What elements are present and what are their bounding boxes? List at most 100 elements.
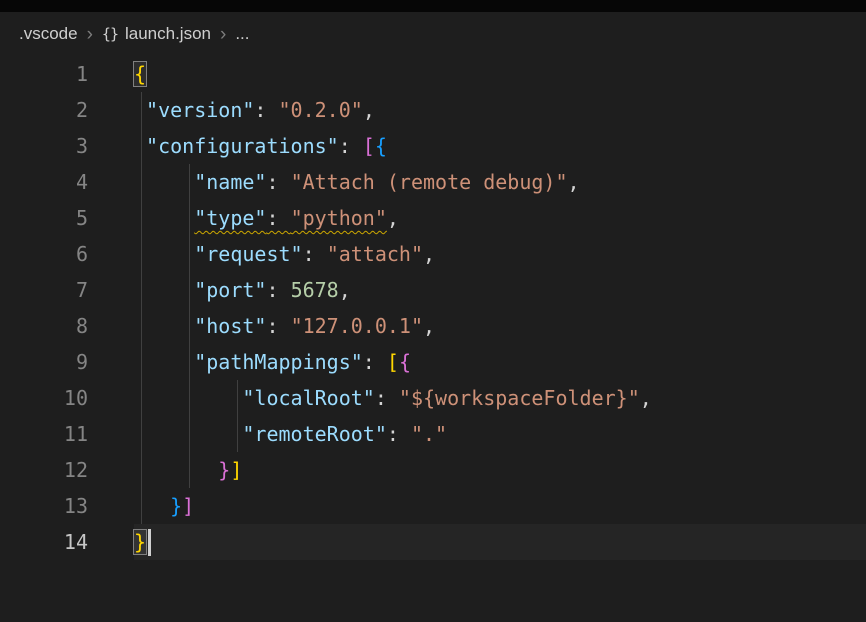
- token-json-key[interactable]: "request": [194, 242, 302, 266]
- editor: 1234567891011121314 { "version": "0.2.0"…: [0, 56, 866, 560]
- code-area[interactable]: { "version": "0.2.0", "configurations": …: [90, 56, 866, 560]
- breadcrumb-label: ...: [235, 24, 249, 44]
- token-punctuation[interactable]: ,: [423, 242, 435, 266]
- token-punctuation[interactable]: ,: [363, 98, 375, 122]
- line-number[interactable]: 3: [0, 128, 90, 164]
- token-json-key[interactable]: "pathMappings": [194, 350, 363, 374]
- code-line[interactable]: {: [134, 56, 866, 92]
- line-number[interactable]: 11: [0, 416, 90, 452]
- breadcrumb-item-more[interactable]: ...: [235, 24, 249, 44]
- token-bracket[interactable]: [: [387, 350, 399, 374]
- token-json-key[interactable]: "localRoot": [242, 386, 374, 410]
- indent[interactable]: [134, 386, 242, 410]
- code-line[interactable]: "type": "python",: [134, 200, 866, 236]
- code-line[interactable]: "remoteRoot": ".": [134, 416, 866, 452]
- code-line[interactable]: "localRoot": "${workspaceFolder}",: [134, 380, 866, 416]
- token-bracket[interactable]: }: [170, 494, 182, 518]
- token-punctuation[interactable]: :: [375, 386, 399, 410]
- indent[interactable]: [134, 458, 218, 482]
- token-punctuation[interactable]: ,: [387, 206, 399, 230]
- code-line[interactable]: "request": "attach",: [134, 236, 866, 272]
- token-json-key[interactable]: "type": [194, 206, 266, 230]
- token-punctuation[interactable]: ,: [640, 386, 652, 410]
- indent[interactable]: [134, 170, 194, 194]
- line-number[interactable]: 12: [0, 452, 90, 488]
- line-number[interactable]: 9: [0, 344, 90, 380]
- vscode-editor-window: .vscode›{}launch.json›... 12345678910111…: [0, 0, 866, 622]
- token-punctuation[interactable]: ,: [568, 170, 580, 194]
- breadcrumb-item-launch-json-file[interactable]: {}launch.json: [102, 24, 211, 44]
- token-json-number[interactable]: 5678: [291, 278, 339, 302]
- code-line[interactable]: "name": "Attach (remote debug)",: [134, 164, 866, 200]
- indent[interactable]: [134, 422, 242, 446]
- token-json-string[interactable]: "attach": [327, 242, 423, 266]
- line-number[interactable]: 1: [0, 56, 90, 92]
- token-punctuation[interactable]: :: [303, 242, 327, 266]
- token-bracket[interactable]: {: [399, 350, 411, 374]
- token-bracket[interactable]: [: [363, 134, 375, 158]
- token-json-key[interactable]: "name": [194, 170, 266, 194]
- token-json-string[interactable]: "127.0.0.1": [291, 314, 423, 338]
- token-bracket[interactable]: {: [375, 134, 387, 158]
- line-number[interactable]: 7: [0, 272, 90, 308]
- indent[interactable]: [134, 278, 194, 302]
- token-json-key[interactable]: "port": [194, 278, 266, 302]
- breadcrumb-item-vscode-folder[interactable]: .vscode: [19, 24, 78, 44]
- token-bracket[interactable]: ]: [182, 494, 194, 518]
- indent[interactable]: [134, 98, 146, 122]
- breadcrumb-chevron-icon: ›: [220, 25, 226, 44]
- token-json-string[interactable]: "0.2.0": [279, 98, 363, 122]
- token-punctuation[interactable]: :: [339, 134, 363, 158]
- breadcrumb-label: .vscode: [19, 24, 78, 44]
- token-bracket[interactable]: ]: [230, 458, 242, 482]
- matched-bracket[interactable]: {: [133, 61, 147, 87]
- token-bracket[interactable]: }: [218, 458, 230, 482]
- line-number[interactable]: 6: [0, 236, 90, 272]
- token-punctuation[interactable]: :: [387, 422, 411, 446]
- code-line[interactable]: "port": 5678,: [134, 272, 866, 308]
- line-number[interactable]: 8: [0, 308, 90, 344]
- line-number[interactable]: 14: [0, 524, 90, 560]
- breadcrumb-label: launch.json: [125, 24, 211, 44]
- code-line[interactable]: "host": "127.0.0.1",: [134, 308, 866, 344]
- token-punctuation[interactable]: :: [254, 98, 278, 122]
- token-json-string[interactable]: "${workspaceFolder}": [399, 386, 640, 410]
- token-json-string[interactable]: "Attach (remote debug)": [291, 170, 568, 194]
- token-json-key[interactable]: "remoteRoot": [242, 422, 387, 446]
- gutter: 1234567891011121314: [0, 56, 90, 560]
- indent[interactable]: [134, 242, 194, 266]
- indent[interactable]: [134, 314, 194, 338]
- token-json-key[interactable]: "version": [146, 98, 254, 122]
- code-line[interactable]: }]: [134, 452, 866, 488]
- token-punctuation[interactable]: :: [266, 314, 290, 338]
- breadcrumb: .vscode › {}launch.json ›...: [0, 12, 866, 56]
- line-number[interactable]: 13: [0, 488, 90, 524]
- indent[interactable]: [134, 134, 146, 158]
- indent[interactable]: [134, 494, 170, 518]
- line-number[interactable]: 2: [0, 92, 90, 128]
- code-line[interactable]: }]: [134, 488, 866, 524]
- indent[interactable]: [134, 350, 194, 374]
- token-punctuation[interactable]: ,: [339, 278, 351, 302]
- text-cursor: [148, 529, 151, 556]
- token-json-key[interactable]: "host": [194, 314, 266, 338]
- token-json-string[interactable]: "python": [291, 206, 387, 230]
- matched-bracket[interactable]: }: [133, 529, 147, 555]
- line-number[interactable]: 10: [0, 380, 90, 416]
- line-number[interactable]: 4: [0, 164, 90, 200]
- code-line[interactable]: "version": "0.2.0",: [134, 92, 866, 128]
- token-punctuation[interactable]: :: [266, 206, 290, 230]
- code-line[interactable]: "configurations": [{: [134, 128, 866, 164]
- breadcrumb-chevron-icon: ›: [87, 25, 93, 44]
- token-punctuation[interactable]: :: [363, 350, 387, 374]
- token-punctuation[interactable]: :: [266, 170, 290, 194]
- token-json-key[interactable]: "configurations": [146, 134, 339, 158]
- tab-bar-edge: [0, 0, 866, 12]
- line-number[interactable]: 5: [0, 200, 90, 236]
- code-line[interactable]: "pathMappings": [{: [134, 344, 866, 380]
- token-punctuation[interactable]: ,: [423, 314, 435, 338]
- code-line[interactable]: }: [134, 524, 866, 560]
- token-punctuation[interactable]: :: [266, 278, 290, 302]
- token-json-string[interactable]: ".": [411, 422, 447, 446]
- indent[interactable]: [134, 206, 194, 230]
